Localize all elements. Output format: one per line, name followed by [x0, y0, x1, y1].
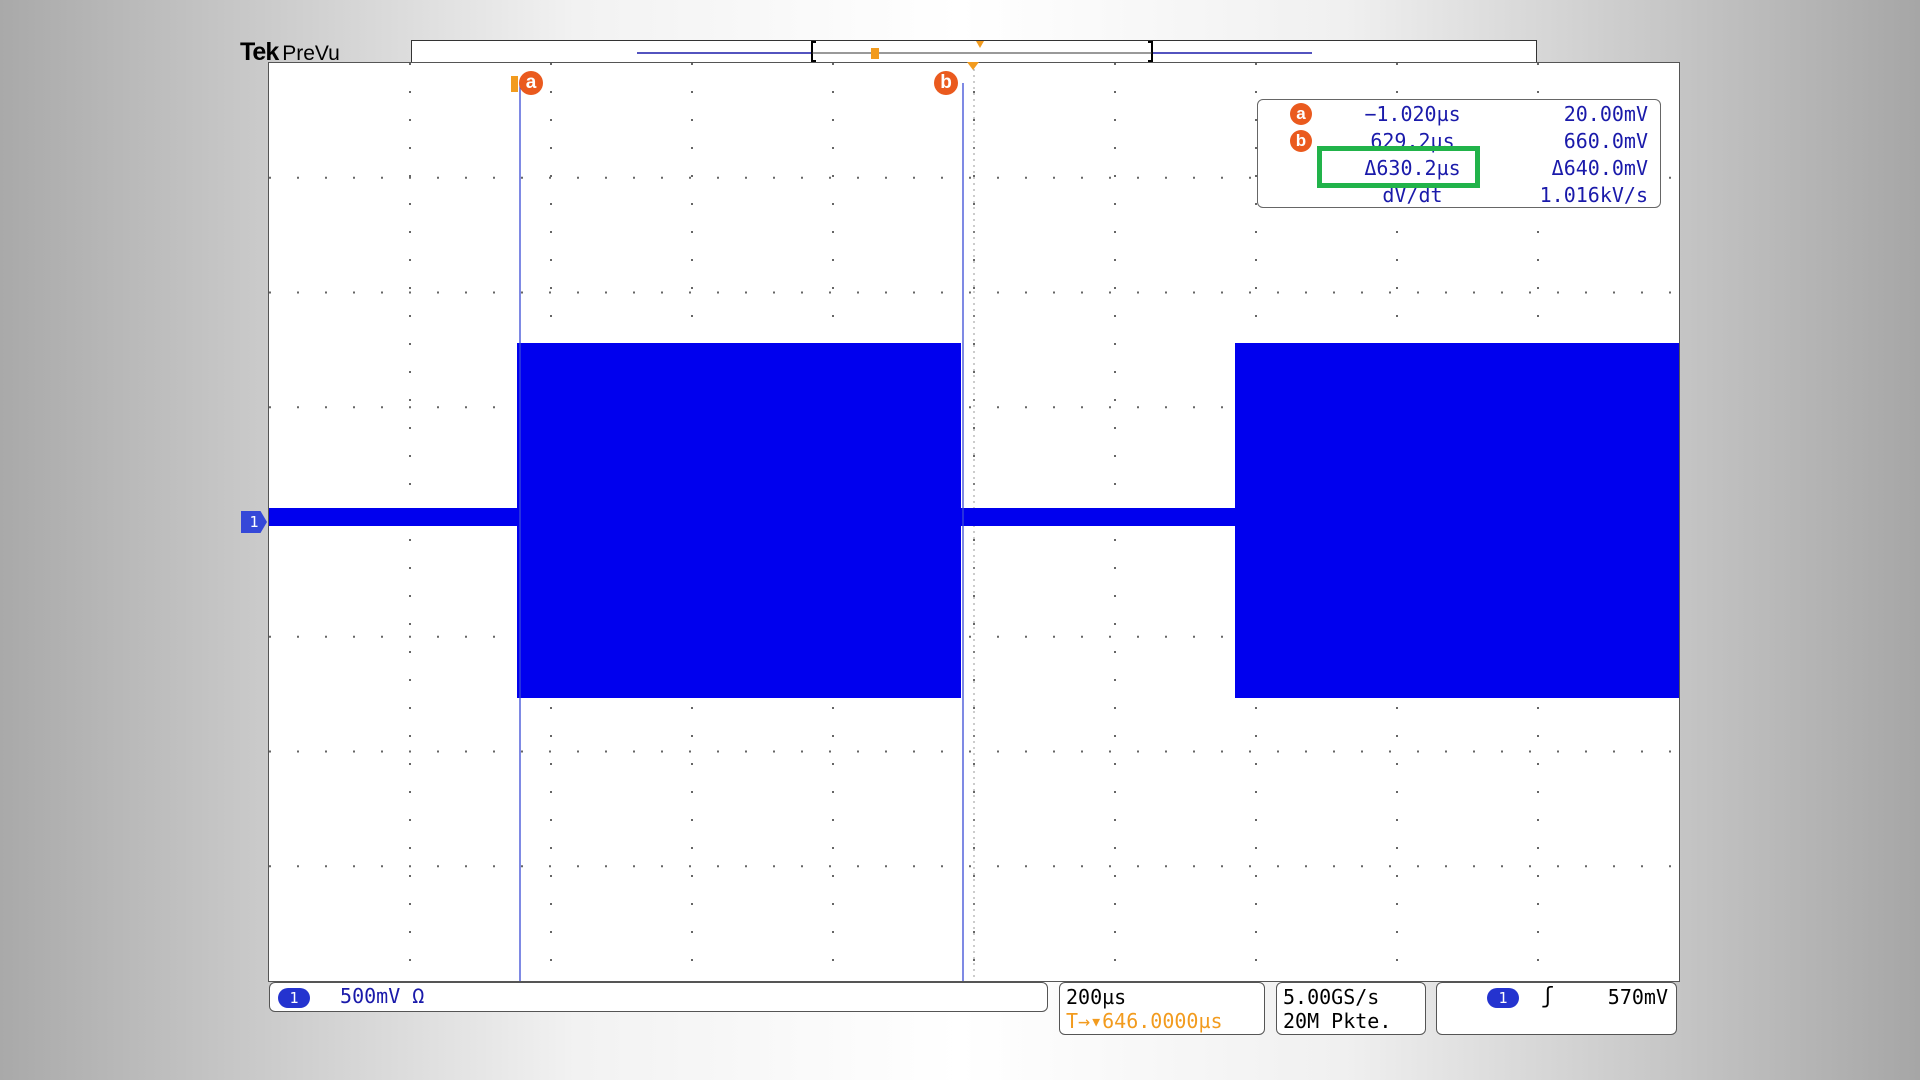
- channel-1-scale-box[interactable]: 1 500mV Ω: [269, 982, 1048, 1012]
- cursor-a-flag[interactable]: a: [519, 71, 543, 95]
- rising-edge-icon: ʃ: [1541, 984, 1555, 1009]
- trigger-position-value: T→▾646.0000µs: [1066, 1009, 1223, 1033]
- readout-a-time: −1.020µs: [1364, 102, 1461, 126]
- delta-time-highlight: [1317, 146, 1480, 188]
- channel-1-ground-marker[interactable]: 1: [241, 511, 267, 533]
- trace-baseline-1: [269, 508, 517, 526]
- trigger-settings-box[interactable]: 1 ʃ 570mV: [1436, 982, 1677, 1035]
- badge-a-icon: a: [1290, 103, 1312, 125]
- readout-b-volt: 660.0mV: [1563, 129, 1648, 153]
- channel-1-scale: 500mV Ω: [340, 984, 425, 1008]
- record-length-value: 20M Pkte.: [1283, 1009, 1392, 1033]
- cursor-b-flag[interactable]: b: [934, 71, 958, 95]
- readout-row-a: a −1.020µs 20.00mV: [1258, 102, 1660, 128]
- acquisition-settings-box[interactable]: 5.00GS/s 20M Pkte.: [1276, 982, 1426, 1035]
- badge-b-icon: b: [1290, 130, 1312, 152]
- trace-baseline-2: [961, 508, 1235, 526]
- cursor-b-label: b: [940, 72, 952, 93]
- record-overview-bar[interactable]: [411, 40, 1537, 64]
- timebase-value: 200µs: [1066, 985, 1127, 1009]
- readout-a-volt: 20.00mV: [1563, 102, 1648, 126]
- channel-1-marker-label: 1: [249, 513, 259, 531]
- readout-delta-volt: Δ640.0mV: [1551, 156, 1648, 180]
- waveform-trace-ch1: [269, 343, 1679, 698]
- trigger-position-marker[interactable]: [967, 62, 979, 70]
- sample-rate-value: 5.00GS/s: [1283, 985, 1380, 1009]
- readout-slope-value: 1.016kV/s: [1539, 183, 1648, 207]
- channel-1-badge: 1: [278, 987, 310, 1008]
- trigger-channel-badge: 1: [1487, 988, 1519, 1008]
- trigger-level-value: 570mV: [1607, 985, 1668, 1009]
- trace-burst-2: [1235, 343, 1679, 698]
- horizontal-settings-box[interactable]: 200µs T→▾646.0000µs: [1059, 982, 1265, 1035]
- cursor-a-label: a: [525, 72, 537, 93]
- trace-burst-1: [517, 343, 961, 698]
- cursor-a-tab: [511, 76, 518, 92]
